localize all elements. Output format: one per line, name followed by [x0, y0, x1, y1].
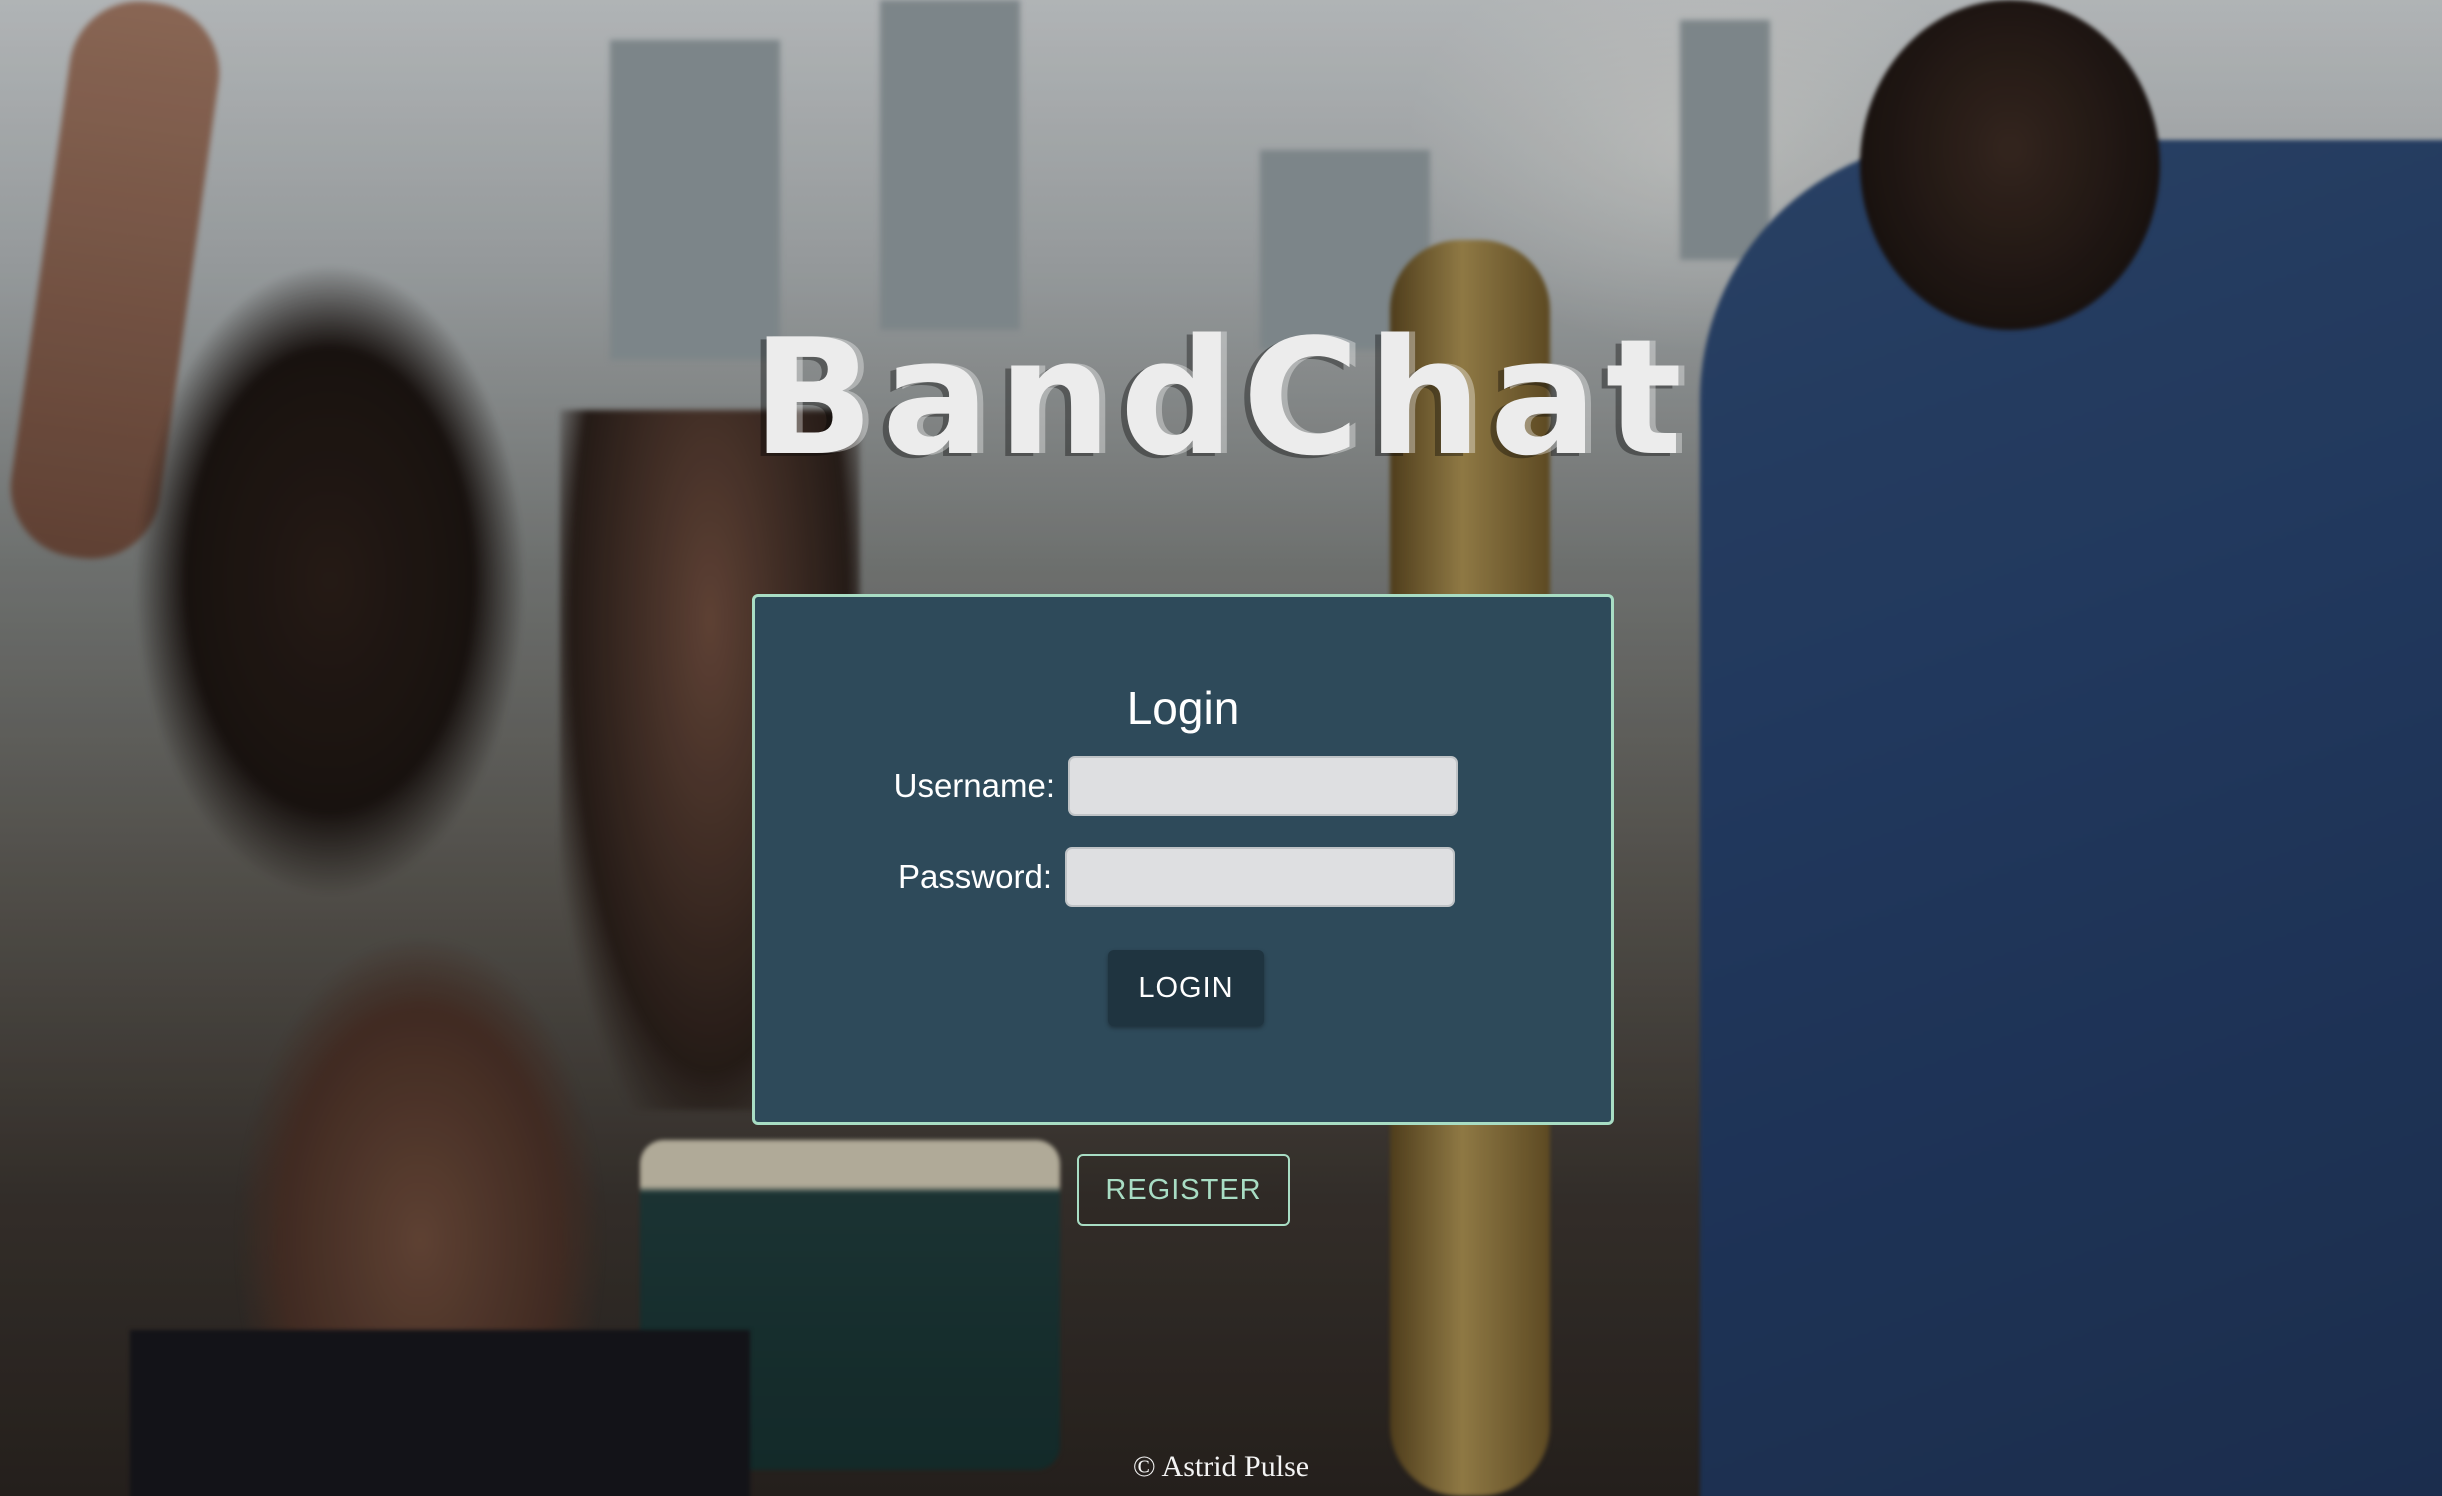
background-building: [1680, 20, 1770, 260]
password-label: Password:: [897, 858, 1052, 895]
login-button[interactable]: LOGIN: [1108, 950, 1264, 1026]
password-row: Password:: [755, 847, 1611, 907]
app-logo: BandChat: [751, 304, 1691, 491]
login-page: BandChat Login Username: Password: LOGIN…: [0, 0, 2442, 1496]
username-input[interactable]: [1068, 756, 1458, 816]
password-input[interactable]: [1065, 847, 1455, 907]
username-label: Username:: [893, 767, 1055, 804]
register-button[interactable]: REGISTER: [1077, 1154, 1290, 1226]
background-figure: [1, 0, 229, 568]
footer-copyright: © Astrid Pulse: [1132, 1450, 1310, 1483]
background-figure: [0, 60, 760, 1496]
background-drum: [640, 1140, 1060, 1470]
username-row: Username:: [755, 756, 1611, 816]
background-figure: [1860, 0, 2160, 330]
login-form: Login Username: Password: LOGIN: [752, 594, 1614, 1125]
background-building: [880, 0, 1020, 330]
login-title: Login: [1126, 682, 1240, 734]
